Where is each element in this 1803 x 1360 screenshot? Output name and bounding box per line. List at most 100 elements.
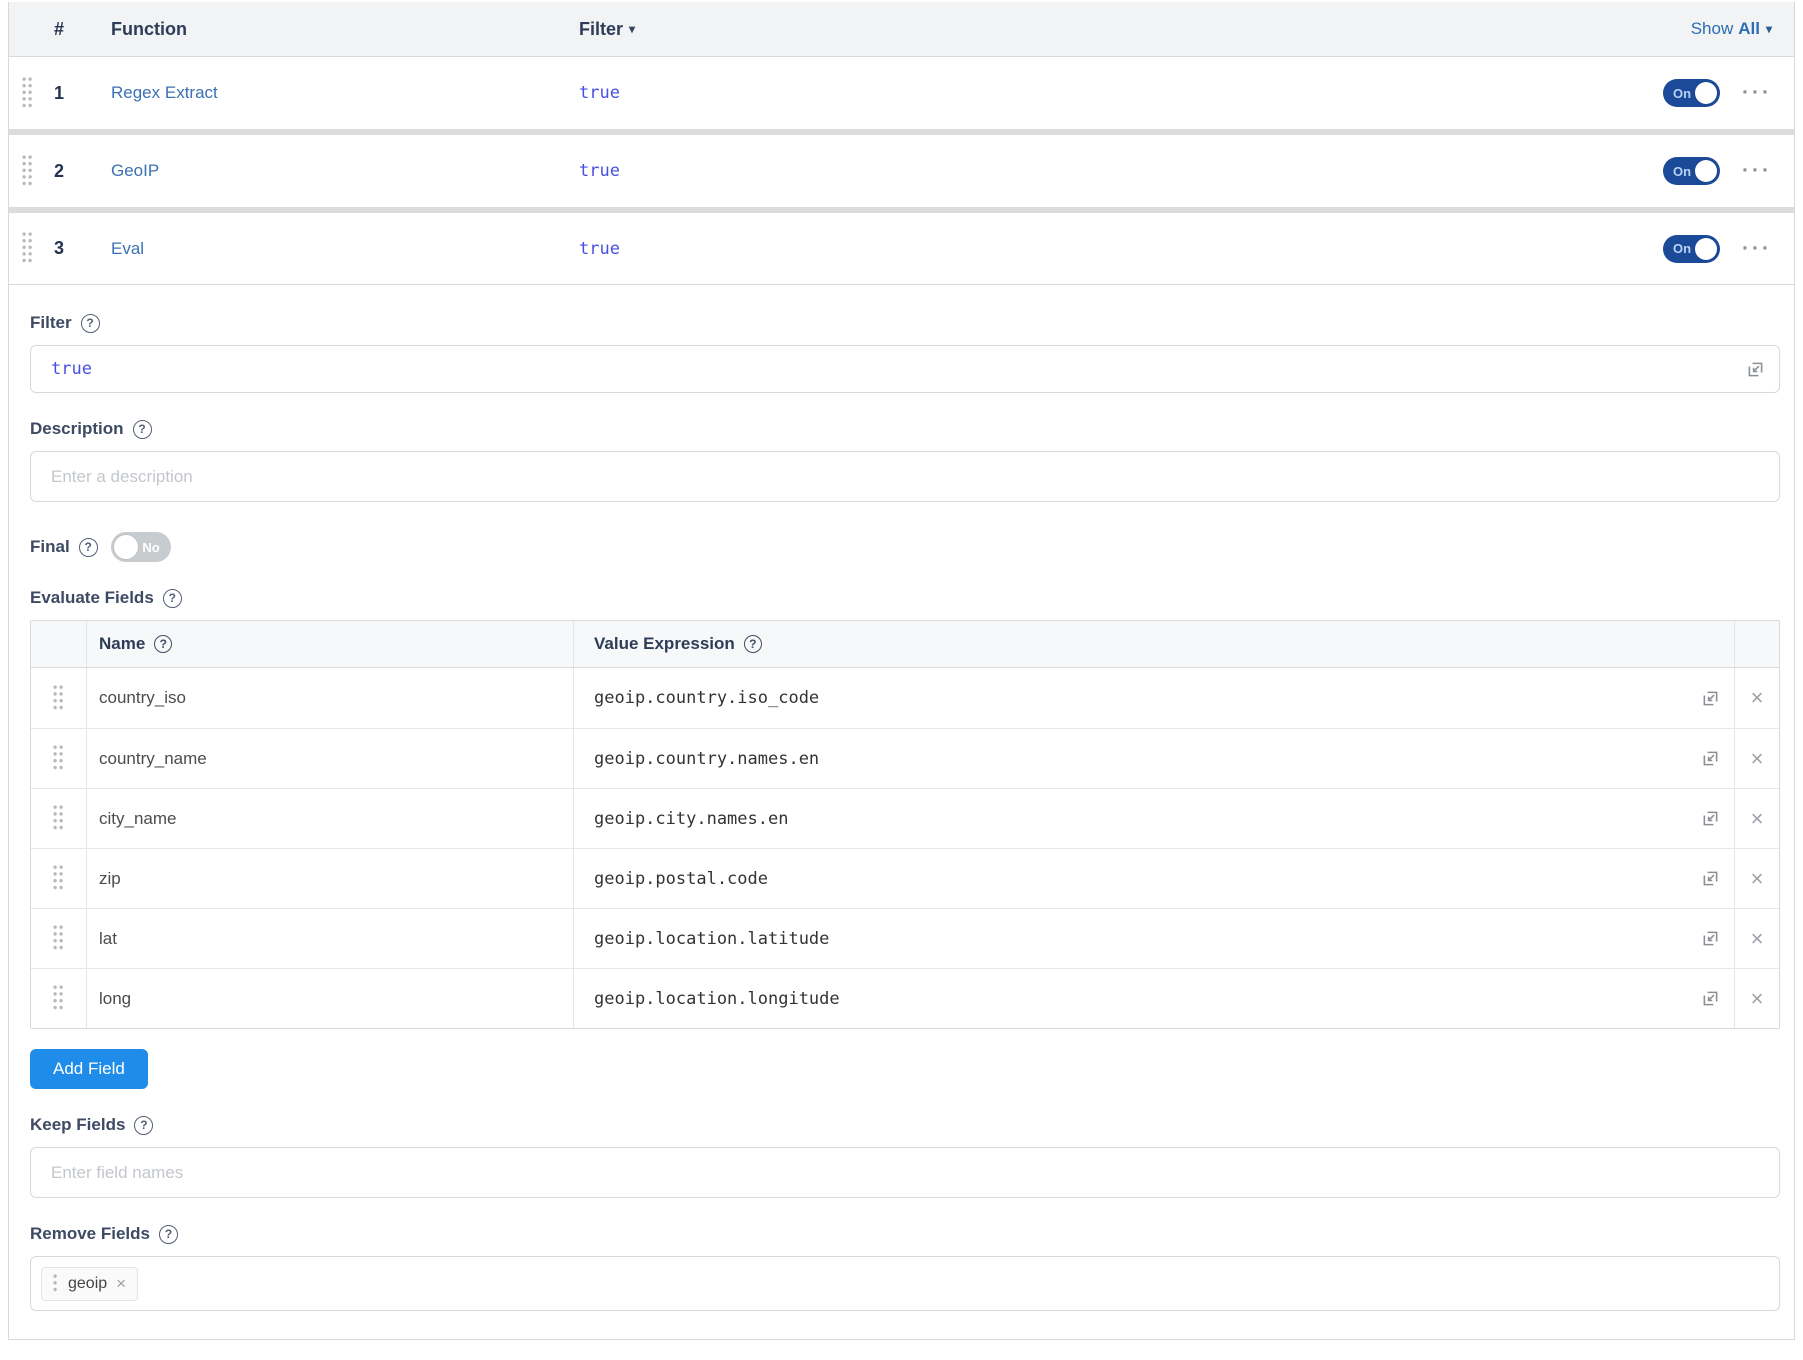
field-value-expression[interactable]: geoip.country.names.en [594, 749, 1692, 769]
function-row[interactable]: 3 Eval true On ··· [9, 213, 1794, 285]
remove-field-row-button[interactable]: × [1734, 668, 1779, 728]
field-value-expression[interactable]: geoip.country.iso_code [594, 688, 1692, 708]
function-name-link[interactable]: Regex Extract [111, 83, 218, 102]
toggle-knob [1695, 238, 1717, 260]
show-all-dropdown[interactable]: Show All ▾ [1691, 19, 1772, 39]
remove-fields-input[interactable]: geoip × [30, 1256, 1780, 1311]
remove-tag-icon[interactable]: × [116, 1275, 126, 1292]
row-menu-button[interactable]: ··· [1742, 244, 1772, 254]
field-name-cell[interactable]: lat [86, 909, 573, 968]
value-expression-column-label: Value Expression [594, 634, 735, 654]
field-name-cell[interactable]: zip [86, 849, 573, 908]
toggle-knob [114, 535, 138, 559]
remove-field-row-button[interactable]: × [1734, 789, 1779, 848]
column-header-function: Function [111, 19, 579, 40]
field-name-cell[interactable]: long [86, 969, 573, 1028]
toggle-on-label: On [1673, 164, 1691, 179]
help-icon[interactable]: ? [79, 538, 98, 557]
function-enabled-toggle[interactable]: On [1663, 157, 1720, 185]
function-name-link[interactable]: GeoIP [111, 161, 159, 180]
filter-label-row: Filter ? [30, 313, 1780, 333]
functions-panel: # Function Filter ▾ Show All ▾ 1 Regex E… [8, 2, 1795, 1340]
drag-handle[interactable] [53, 985, 65, 1012]
description-label: Description [30, 419, 124, 439]
evaluate-field-row: city_name geoip.city.names.en × [31, 788, 1779, 848]
expand-expression-icon[interactable] [1701, 869, 1720, 888]
evaluate-fields-label-row: Evaluate Fields ? [30, 588, 1780, 608]
column-header-name: Name ? [86, 621, 573, 667]
evaluate-fields-table-header: Name ? Value Expression ? [31, 621, 1779, 668]
drag-handle[interactable] [22, 77, 34, 110]
evaluate-field-row: long geoip.location.longitude × [31, 968, 1779, 1028]
description-input[interactable] [30, 451, 1780, 502]
expand-expression-icon[interactable] [1746, 360, 1765, 379]
keep-fields-label-row: Keep Fields ? [30, 1115, 1780, 1135]
remove-field-row-button[interactable]: × [1734, 909, 1779, 968]
function-row[interactable]: 1 Regex Extract true On ··· [9, 57, 1794, 129]
filter-header-label: Filter [579, 19, 623, 40]
function-name-link[interactable]: Eval [111, 239, 144, 258]
filter-expression-input[interactable]: true [30, 345, 1780, 393]
remove-field-row-button[interactable]: × [1734, 849, 1779, 908]
help-icon[interactable]: ? [159, 1225, 178, 1244]
drag-handle[interactable] [22, 155, 34, 188]
show-label: Show [1691, 19, 1734, 39]
toggle-knob [1695, 160, 1717, 182]
remove-fields-label: Remove Fields [30, 1224, 150, 1244]
expand-expression-icon[interactable] [1701, 809, 1720, 828]
toggle-on-label: On [1673, 86, 1691, 101]
evaluate-field-row: country_iso geoip.country.iso_code × [31, 668, 1779, 728]
add-field-button[interactable]: Add Field [30, 1049, 148, 1089]
expand-expression-icon[interactable] [1701, 749, 1720, 768]
field-name-cell[interactable]: country_iso [86, 668, 573, 728]
toggle-on-label: On [1673, 241, 1691, 256]
function-index: 1 [45, 83, 111, 104]
pipeline-editor: # Function Filter ▾ Show All ▾ 1 Regex E… [0, 0, 1803, 1360]
name-column-label: Name [99, 634, 145, 654]
drag-handle[interactable] [53, 865, 65, 892]
field-value-expression[interactable]: geoip.postal.code [594, 869, 1692, 889]
filter-label: Filter [30, 313, 72, 333]
function-filter-expression: true [579, 239, 1663, 259]
evaluate-field-row: zip geoip.postal.code × [31, 848, 1779, 908]
drag-handle[interactable] [53, 925, 65, 952]
field-value-expression[interactable]: geoip.location.longitude [594, 989, 1692, 1009]
expand-expression-icon[interactable] [1701, 989, 1720, 1008]
drag-handle[interactable] [22, 232, 34, 265]
final-toggle-value: No [142, 540, 159, 555]
help-icon[interactable]: ? [81, 314, 100, 333]
filter-expression-value: true [51, 359, 1746, 379]
column-header-filter[interactable]: Filter ▾ [579, 19, 1691, 40]
field-value-expression[interactable]: geoip.city.names.en [594, 809, 1692, 829]
drag-handle[interactable] [53, 745, 65, 772]
remove-fields-label-row: Remove Fields ? [30, 1224, 1780, 1244]
function-row[interactable]: 2 GeoIP true On ··· [9, 135, 1794, 207]
field-name-cell[interactable]: country_name [86, 729, 573, 788]
function-enabled-toggle[interactable]: On [1663, 235, 1720, 263]
function-settings-panel: Filter ? true Description ? Final ? [9, 285, 1794, 1339]
help-icon[interactable]: ? [163, 589, 182, 608]
keep-fields-input[interactable] [30, 1147, 1780, 1198]
remove-field-row-button[interactable]: × [1734, 969, 1779, 1028]
function-filter-expression: true [579, 161, 1663, 181]
expand-expression-icon[interactable] [1701, 929, 1720, 948]
final-toggle[interactable]: No [111, 532, 171, 562]
drag-handle[interactable] [53, 1274, 59, 1294]
help-icon[interactable]: ? [134, 1116, 153, 1135]
drag-handle[interactable] [53, 685, 65, 712]
field-value-expression[interactable]: geoip.location.latitude [594, 929, 1692, 949]
drag-handle[interactable] [53, 805, 65, 832]
function-index: 3 [45, 238, 111, 259]
evaluate-field-row: country_name geoip.country.names.en × [31, 728, 1779, 788]
field-tag[interactable]: geoip × [41, 1267, 138, 1301]
help-icon[interactable]: ? [154, 635, 172, 653]
help-icon[interactable]: ? [744, 635, 762, 653]
function-enabled-toggle[interactable]: On [1663, 79, 1720, 107]
remove-field-row-button[interactable]: × [1734, 729, 1779, 788]
row-menu-button[interactable]: ··· [1742, 88, 1772, 98]
field-name-cell[interactable]: city_name [86, 789, 573, 848]
column-header-number: # [45, 19, 111, 40]
expand-expression-icon[interactable] [1701, 689, 1720, 708]
help-icon[interactable]: ? [133, 420, 152, 439]
row-menu-button[interactable]: ··· [1742, 166, 1772, 176]
